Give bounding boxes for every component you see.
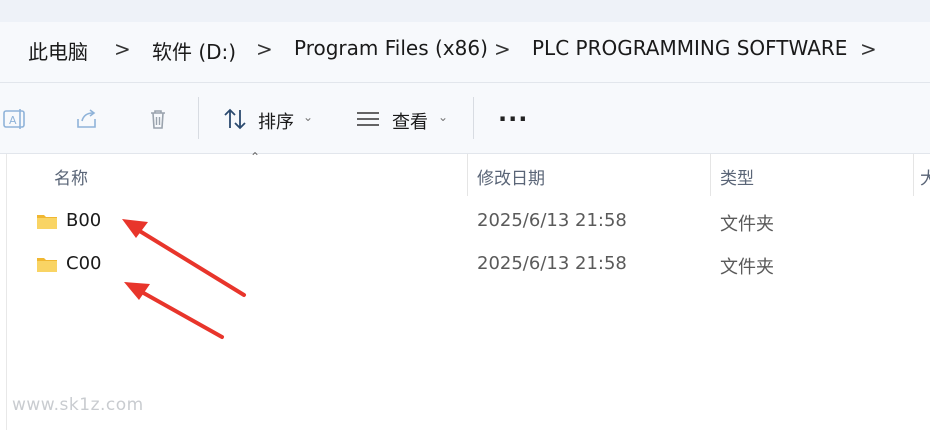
- file-date: 2025/6/13 21:58: [477, 253, 627, 274]
- column-header-type[interactable]: 类型: [720, 164, 754, 189]
- sort-button[interactable]: 排序: [258, 108, 294, 134]
- breadcrumb-item-drive-d[interactable]: 软件 (D:): [152, 36, 236, 65]
- breadcrumb-item-this-pc[interactable]: 此电脑: [28, 36, 88, 65]
- window-top-strip: [0, 0, 930, 22]
- column-divider[interactable]: [710, 154, 711, 196]
- toolbar-divider: [198, 97, 199, 139]
- view-icon[interactable]: [355, 106, 381, 132]
- column-divider[interactable]: [467, 154, 468, 196]
- table-row[interactable]: B00 2025/6/13 21:58 文件夹: [20, 204, 920, 242]
- command-toolbar: A 排序 ⌄ 查看 ⌄ ...: [0, 83, 930, 154]
- share-icon[interactable]: [74, 106, 100, 132]
- chevron-down-icon[interactable]: ⌄: [303, 110, 313, 124]
- delete-icon[interactable]: [145, 106, 171, 132]
- chevron-right-icon[interactable]: >: [860, 37, 877, 61]
- sort-ascending-icon: ⌃: [250, 150, 261, 164]
- table-row[interactable]: C00 2025/6/13 21:58 文件夹: [20, 247, 920, 285]
- column-header-date[interactable]: 修改日期: [477, 164, 545, 189]
- breadcrumb-item-program-files[interactable]: Program Files (x86): [294, 36, 488, 60]
- toolbar-divider: [473, 97, 474, 139]
- file-type: 文件夹: [720, 214, 774, 235]
- breadcrumb-item-plc-software[interactable]: PLC PROGRAMMING SOFTWARE: [532, 36, 847, 60]
- chevron-right-icon[interactable]: >: [256, 37, 273, 61]
- watermark: www.sk1z.com: [12, 395, 144, 415]
- folder-icon: [37, 215, 57, 229]
- rename-icon[interactable]: A: [2, 106, 28, 132]
- breadcrumb: 此电脑 > 软件 (D:) > Program Files (x86) > PL…: [0, 22, 930, 83]
- view-button[interactable]: 查看: [392, 108, 428, 134]
- sort-icon[interactable]: [222, 106, 248, 132]
- column-header-size[interactable]: 大: [920, 164, 930, 189]
- pane-left-border: [6, 154, 7, 430]
- chevron-down-icon[interactable]: ⌄: [438, 110, 448, 124]
- more-options-button[interactable]: ...: [498, 99, 528, 127]
- file-name[interactable]: B00: [66, 210, 101, 231]
- file-type: 文件夹: [720, 257, 774, 278]
- chevron-right-icon[interactable]: >: [494, 37, 511, 61]
- chevron-right-icon[interactable]: >: [114, 37, 131, 61]
- file-name[interactable]: C00: [66, 253, 101, 274]
- file-date: 2025/6/13 21:58: [477, 210, 627, 231]
- file-list-pane: ⌃ 名称 修改日期 类型 大 B00 2025/6/13 21:58 文件夹 C…: [0, 150, 930, 430]
- column-header-name[interactable]: 名称: [54, 164, 88, 189]
- svg-text:A: A: [9, 114, 17, 127]
- folder-icon: [37, 258, 57, 272]
- column-divider[interactable]: [913, 154, 914, 196]
